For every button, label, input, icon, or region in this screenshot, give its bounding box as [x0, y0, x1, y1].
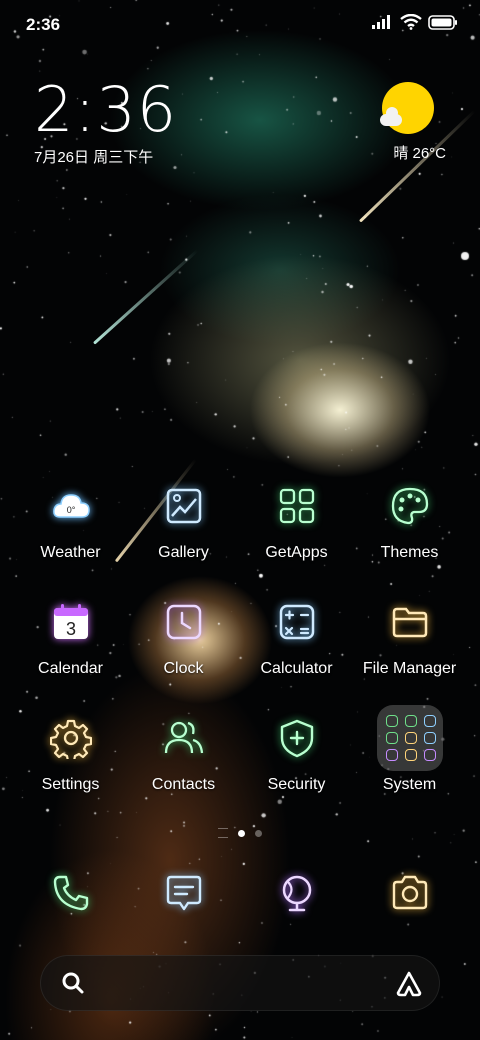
calculator-icon	[263, 588, 331, 656]
weather-widget[interactable]: 晴 26°C	[356, 82, 446, 163]
search-icon[interactable]	[61, 971, 85, 995]
app-contacts[interactable]: Contacts	[127, 704, 240, 794]
meteor-streak	[92, 248, 200, 345]
app-label: Contacts	[151, 776, 216, 793]
app-clock[interactable]: Clock	[127, 588, 240, 678]
widget-date: 7月26日 周三下午	[34, 149, 154, 166]
security-icon	[263, 704, 331, 772]
app-calendar[interactable]: 3 Calendar	[14, 588, 127, 678]
app-security[interactable]: Security	[240, 704, 353, 794]
page-indicator	[0, 828, 480, 838]
camera-icon	[375, 858, 445, 928]
app-gallery[interactable]: Gallery	[127, 472, 240, 562]
status-time: 2:36	[26, 15, 61, 34]
folder-preview	[376, 705, 443, 771]
assistant-icon[interactable]	[395, 970, 423, 998]
sunny-icon	[380, 82, 434, 134]
app-label: Themes	[380, 544, 439, 561]
page-dot	[255, 829, 262, 837]
app-calculator[interactable]: Calculator	[240, 588, 353, 678]
app-label: Clock	[163, 660, 204, 677]
settings-icon	[37, 704, 105, 772]
weather-icon: 0°	[37, 472, 105, 540]
weather-text: 晴 26°C	[393, 145, 446, 162]
search-bar[interactable]	[40, 955, 440, 1011]
clock-widget[interactable]: 2:36 7月26日 周三下午	[34, 78, 177, 167]
folder-icon	[376, 588, 444, 656]
getapps-icon	[263, 472, 331, 540]
status-bar: 2:36	[0, 0, 480, 48]
system-folder-icon	[376, 704, 444, 772]
app-label: Gallery	[158, 544, 209, 561]
weather-badge: 0°	[66, 505, 75, 515]
messages-icon	[149, 858, 219, 928]
dock-messages[interactable]	[127, 858, 240, 928]
page-indicator-list-icon	[218, 828, 228, 838]
app-label: Calculator	[260, 660, 333, 677]
app-getapps[interactable]: GetApps	[240, 472, 353, 562]
contacts-icon	[150, 704, 218, 772]
gallery-icon	[150, 472, 218, 540]
calendar-day: 3	[65, 619, 75, 639]
app-grid: 0° Weather Gallery GetApps Themes 3 Cale…	[14, 472, 466, 794]
clock-icon	[150, 588, 218, 656]
page-dot-active	[238, 829, 245, 837]
signal-icon	[372, 15, 390, 29]
app-label: File Manager	[362, 660, 457, 677]
app-label: Calendar	[38, 660, 103, 677]
status-icons	[372, 14, 458, 30]
app-themes[interactable]: Themes	[353, 472, 466, 562]
app-weather[interactable]: 0° Weather	[14, 472, 127, 562]
dock-phone[interactable]	[14, 858, 127, 928]
dock-camera[interactable]	[353, 858, 466, 928]
wifi-icon	[400, 14, 422, 30]
app-label: System	[382, 776, 437, 793]
browser-icon	[262, 858, 332, 928]
themes-icon	[376, 472, 444, 540]
app-label: Settings	[41, 776, 100, 793]
dock-browser[interactable]	[240, 858, 353, 928]
battery-icon	[428, 14, 457, 30]
phone-icon	[36, 858, 106, 928]
widget-time: 2:36	[34, 73, 178, 146]
calendar-icon: 3	[37, 588, 105, 656]
app-settings[interactable]: Settings	[14, 704, 127, 794]
app-file-manager[interactable]: File Manager	[353, 588, 466, 678]
app-label: Weather	[40, 544, 101, 561]
app-system-folder[interactable]: System	[353, 704, 466, 794]
app-label: Security	[267, 776, 326, 793]
app-label: GetApps	[265, 544, 328, 561]
dock	[14, 858, 466, 928]
